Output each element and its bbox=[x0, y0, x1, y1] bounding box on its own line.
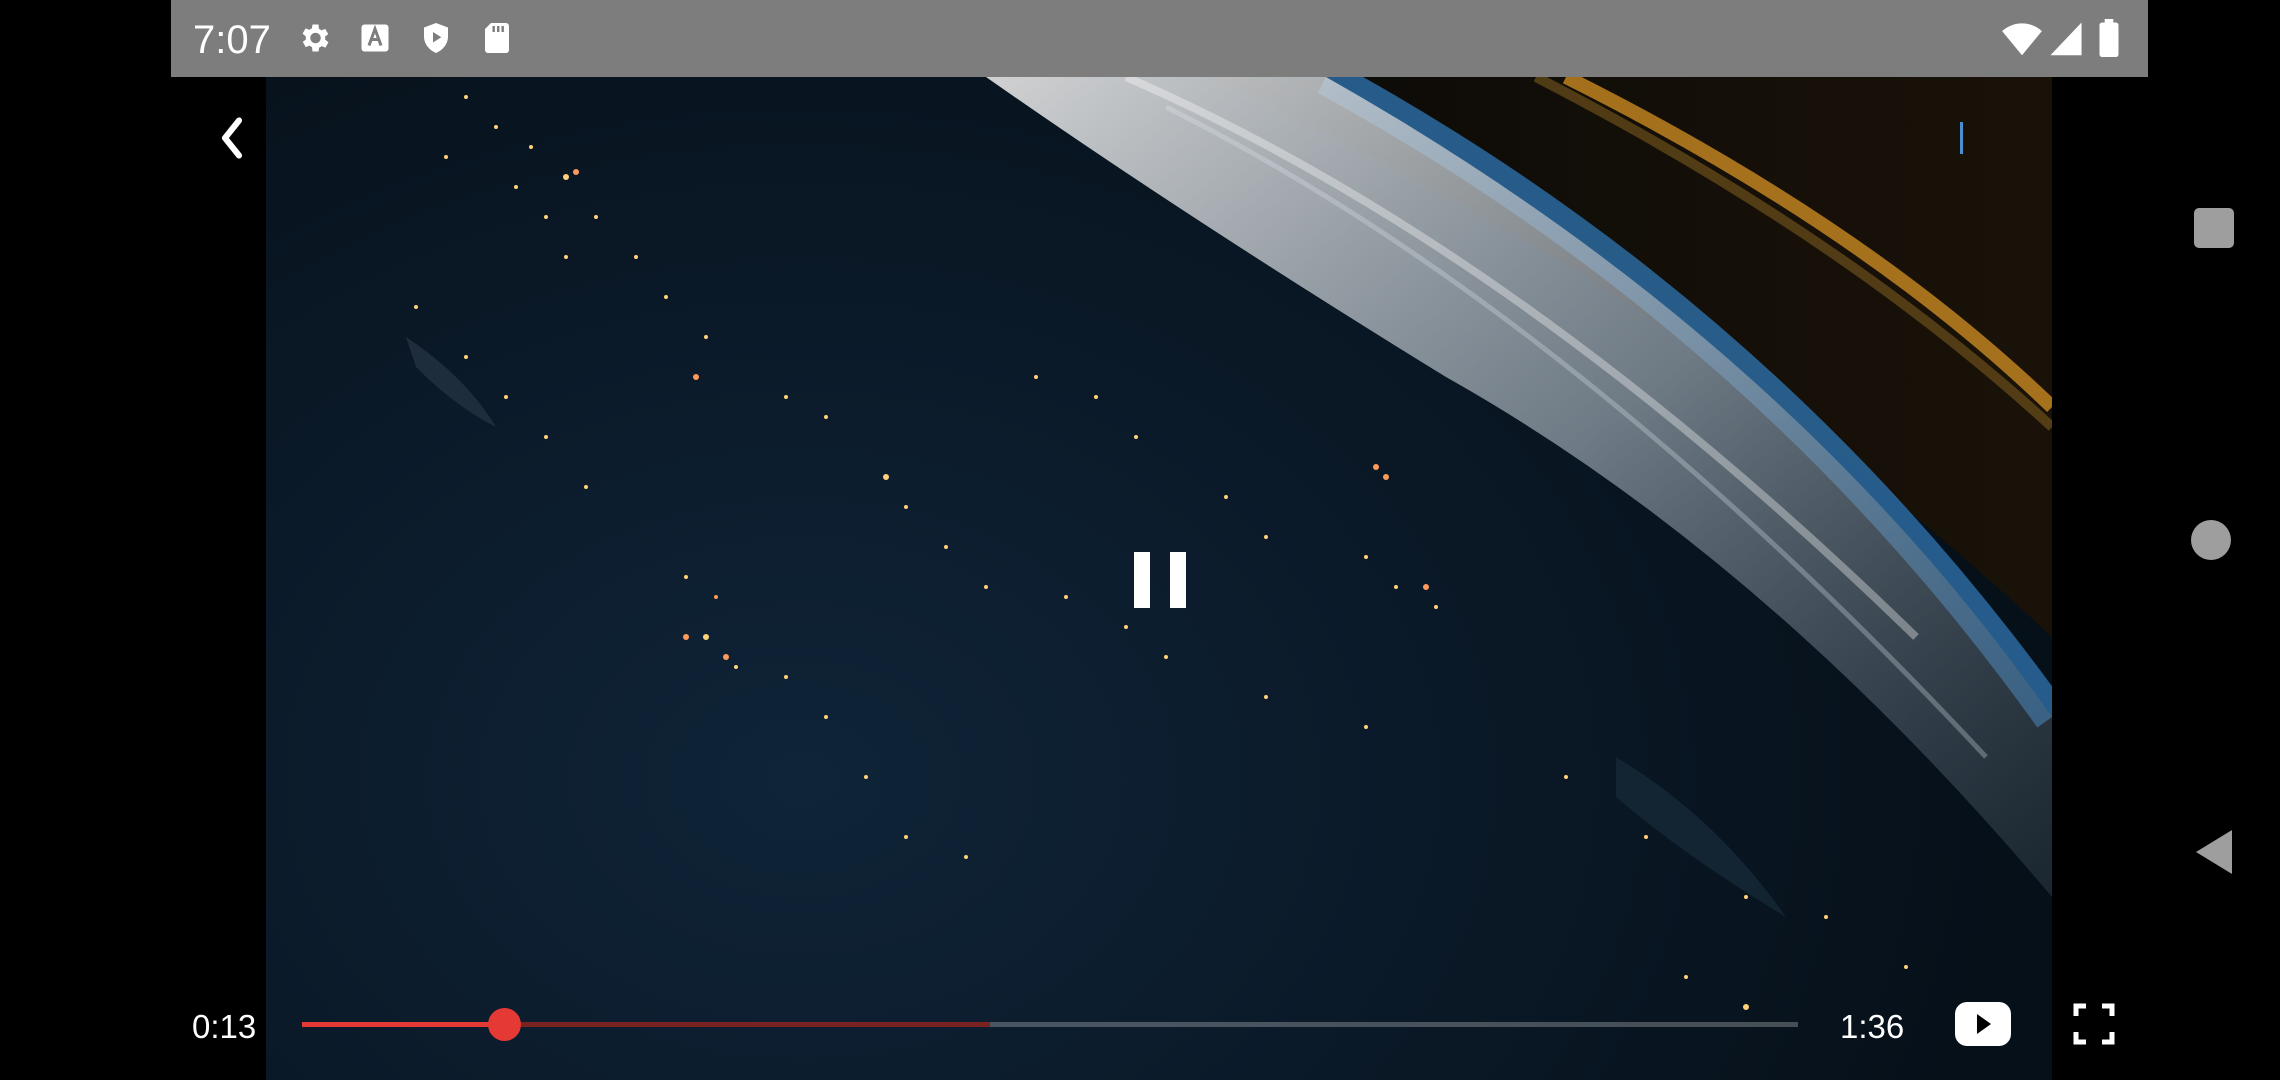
back-button[interactable] bbox=[210, 110, 254, 166]
gear-icon bbox=[302, 24, 329, 52]
font-a-icon bbox=[361, 24, 389, 52]
battery-icon bbox=[2099, 19, 2119, 57]
sd-card-icon bbox=[485, 23, 509, 53]
seek-bar[interactable] bbox=[302, 1008, 1798, 1041]
status-bar: 7:07 bbox=[171, 0, 2148, 77]
cell-signal-icon bbox=[2050, 22, 2082, 56]
pause-button[interactable] bbox=[1118, 540, 1202, 620]
seek-thumb[interactable] bbox=[487, 1008, 521, 1041]
wifi-icon bbox=[2002, 23, 2042, 56]
youtube-button[interactable] bbox=[1955, 1002, 2011, 1046]
play-icon bbox=[1977, 1014, 1991, 1034]
video-top-marker bbox=[1960, 122, 1963, 154]
current-time: 0:13 bbox=[192, 1008, 257, 1045]
nav-back-button[interactable] bbox=[2192, 828, 2236, 876]
recents-button[interactable] bbox=[2194, 208, 2234, 248]
home-button[interactable] bbox=[2191, 520, 2231, 560]
fullscreen-button[interactable] bbox=[2072, 1002, 2116, 1046]
duration: 1:36 bbox=[1840, 1008, 1905, 1045]
status-time: 7:07 bbox=[193, 18, 271, 62]
seek-played bbox=[302, 1022, 504, 1027]
shield-play-icon bbox=[424, 23, 448, 53]
screen: 7:07 0:13 1:36 bbox=[0, 0, 2280, 1080]
